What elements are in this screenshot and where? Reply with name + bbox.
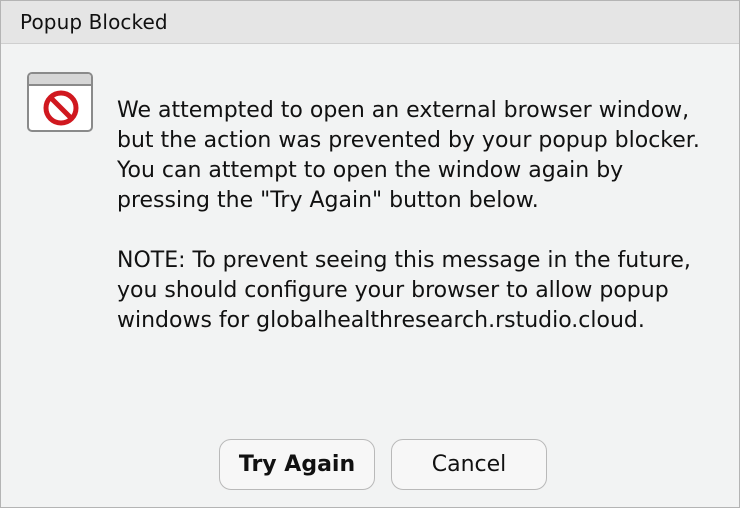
dialog-title: Popup Blocked [20, 10, 168, 34]
window-bar-icon [29, 74, 91, 86]
message-paragraph-1: We attempted to open an external browser… [117, 98, 700, 213]
blocked-popup-icon [27, 72, 93, 132]
cancel-button[interactable]: Cancel [391, 439, 547, 490]
no-entry-icon [43, 90, 79, 126]
popup-blocked-dialog: Popup Blocked We attempted to open an ex… [0, 0, 740, 508]
message-paragraph-2: NOTE: To prevent seeing this message in … [117, 248, 691, 333]
try-again-button[interactable]: Try Again [219, 439, 375, 490]
dialog-titlebar[interactable]: Popup Blocked [1, 1, 739, 44]
dialog-message: We attempted to open an external browser… [117, 96, 717, 336]
